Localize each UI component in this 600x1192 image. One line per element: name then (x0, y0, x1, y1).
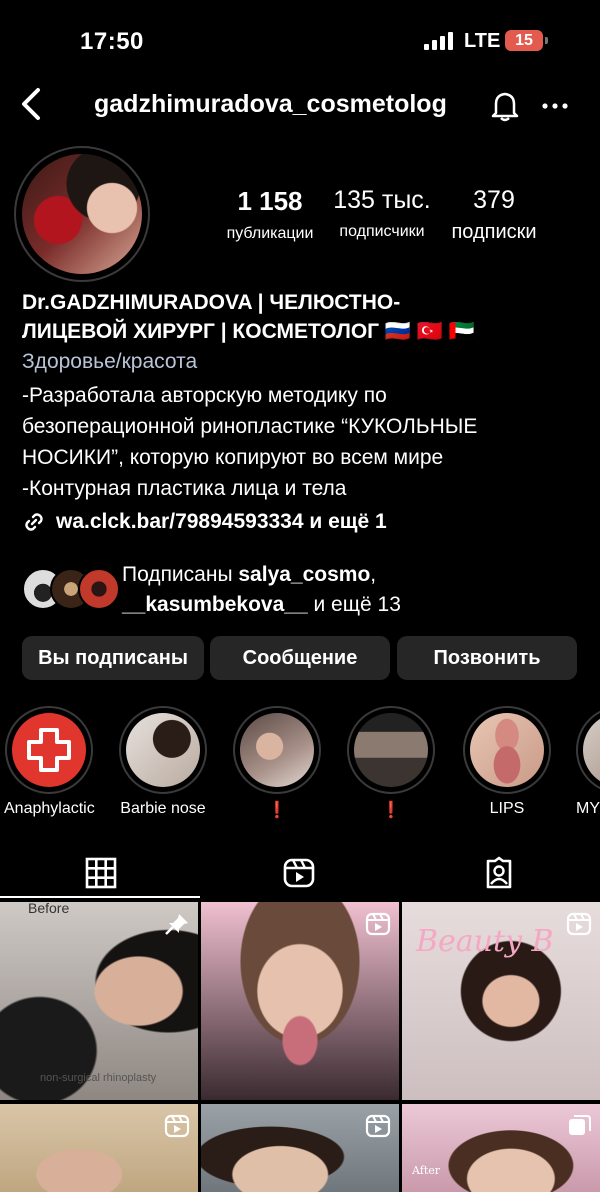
followed-by-user-2[interactable]: __kasumbekova__ (122, 593, 308, 616)
followed-by-text: Подписаны salya_cosmo, __kasumbekova__ и… (122, 560, 401, 620)
highlight-4[interactable]: ❗ (346, 706, 436, 820)
highlight-cover (583, 713, 600, 787)
highlight-label: ❗ (381, 802, 401, 819)
stat-following-label: подписки (451, 221, 537, 243)
highlight-cover (354, 713, 428, 787)
grid-post-5[interactable] (201, 1104, 399, 1192)
network-type: LTE (464, 30, 501, 52)
post-footer-text: non-surgical rhinoplasty (40, 1072, 157, 1084)
battery-tip (545, 37, 548, 44)
link-icon (25, 513, 43, 531)
grid-post-6[interactable]: After (402, 1104, 600, 1192)
status-time: 17:50 (80, 28, 144, 55)
grid-tab-icon[interactable] (84, 856, 118, 890)
bio-line: безоперационной ринопластике “КУКОЛЬНЫЕ (22, 415, 478, 438)
stat-following[interactable]: 379 подписки (440, 186, 548, 244)
bio-name-line-2: ЛИЦЕВОЙ ХИРУРГ | КОСМЕТОЛОГ 🇷🇺 🇹🇷 🇦🇪 (22, 320, 476, 343)
grid-post-4[interactable] (0, 1104, 198, 1192)
highlight-barbie-nose[interactable]: Barbie nose (118, 706, 208, 818)
bio-category: Здоровье/красота (22, 350, 198, 373)
tagged-tab-icon[interactable] (482, 856, 516, 890)
bio-name-line-1: Dr.GADZHIMURADOVA | ЧЕЛЮСТНО- (22, 291, 401, 314)
highlight-label: LIPS (489, 800, 525, 817)
highlight-ring (463, 706, 551, 794)
reel-icon (164, 1114, 190, 1138)
stat-following-value: 379 (473, 186, 515, 214)
active-tab-indicator (0, 896, 200, 898)
highlight-label: Anaphylactic (4, 800, 95, 817)
pin-icon (164, 912, 190, 936)
bell-icon[interactable] (490, 90, 520, 122)
back-arrow-icon[interactable] (16, 86, 46, 122)
followed-by-prefix: Подписаны (122, 563, 239, 586)
followed-by[interactable]: Подписаны salya_cosmo, __kasumbekova__ и… (22, 560, 592, 620)
bio-line: НОСИКИ”, которую копируют во всем мире (22, 446, 444, 469)
bio-link-text: wa.clck.bar/79894593334 и ещё 1 (56, 510, 387, 533)
followed-by-suffix: и ещё 13 (307, 593, 401, 616)
profile-username: gadzhimuradova_cosmetolog (94, 90, 447, 118)
bio-text: -Разработала авторскую методику по безоп… (22, 380, 592, 504)
followed-by-user-1[interactable]: salya_cosmo (238, 563, 370, 586)
grid-post-1[interactable]: Before non-surgical rhinoplasty (0, 902, 198, 1100)
highlight-ring (576, 706, 600, 794)
highlight-label: Barbie nose (120, 800, 206, 817)
grid-post-2[interactable] (201, 902, 399, 1100)
highlight-lips[interactable]: LIPS (462, 706, 552, 818)
following-button[interactable]: Вы подписаны (22, 636, 204, 680)
highlight-label: MY (576, 800, 600, 817)
grid-post-3[interactable]: Beauty B (402, 902, 600, 1100)
reel-icon (365, 912, 391, 936)
stat-followers-value: 135 тыс. (333, 186, 431, 214)
bio-line: -Контурная пластика лица и тела (22, 477, 347, 500)
bio-display-name: Dr.GADZHIMURADOVA | ЧЕЛЮСТНО- ЛИЦЕВОЙ ХИ… (22, 288, 582, 346)
followed-by-separator: , (370, 563, 377, 586)
stat-posts-value: 1 158 (237, 186, 303, 216)
stat-posts: 1 158 публикации (218, 186, 322, 243)
highlight-ring (119, 706, 207, 794)
follower-avatar (78, 568, 120, 610)
carousel-icon (566, 1114, 592, 1138)
battery-icon: 15 (505, 30, 543, 51)
highlight-label: ❗ (267, 802, 287, 819)
highlight-ring (233, 706, 321, 794)
highlight-cover (240, 713, 314, 787)
neon-sign-text: Beauty B (416, 924, 554, 959)
cellular-signal-icon (424, 32, 456, 50)
reel-icon (566, 912, 592, 936)
stat-followers-label: подписчики (339, 223, 425, 240)
highlight-ring (347, 706, 435, 794)
stat-posts-label: публикации (226, 225, 314, 242)
highlight-cover (126, 713, 200, 787)
highlight-cover (470, 713, 544, 787)
more-options-icon[interactable] (540, 94, 570, 118)
highlight-ring (5, 706, 93, 794)
post-caption-before: Before (28, 902, 70, 916)
profile-avatar[interactable] (22, 154, 142, 274)
bio-line: -Разработала авторскую методику по (22, 384, 387, 407)
post-caption-after: After (412, 1164, 441, 1177)
reels-tab-icon[interactable] (282, 856, 316, 890)
medical-cross-icon (12, 713, 86, 787)
call-button[interactable]: Позвонить (397, 636, 577, 680)
highlight-my[interactable]: MY (576, 706, 600, 836)
highlight-3[interactable]: ❗ (232, 706, 322, 820)
reel-icon (365, 1114, 391, 1138)
highlight-anaphylactic[interactable]: Anaphylactic (4, 706, 95, 818)
message-button[interactable]: Сообщение (210, 636, 390, 680)
bio-link[interactable]: wa.clck.bar/79894593334 и ещё 1 (22, 510, 387, 534)
stat-followers[interactable]: 135 тыс. подписчики (326, 186, 438, 241)
